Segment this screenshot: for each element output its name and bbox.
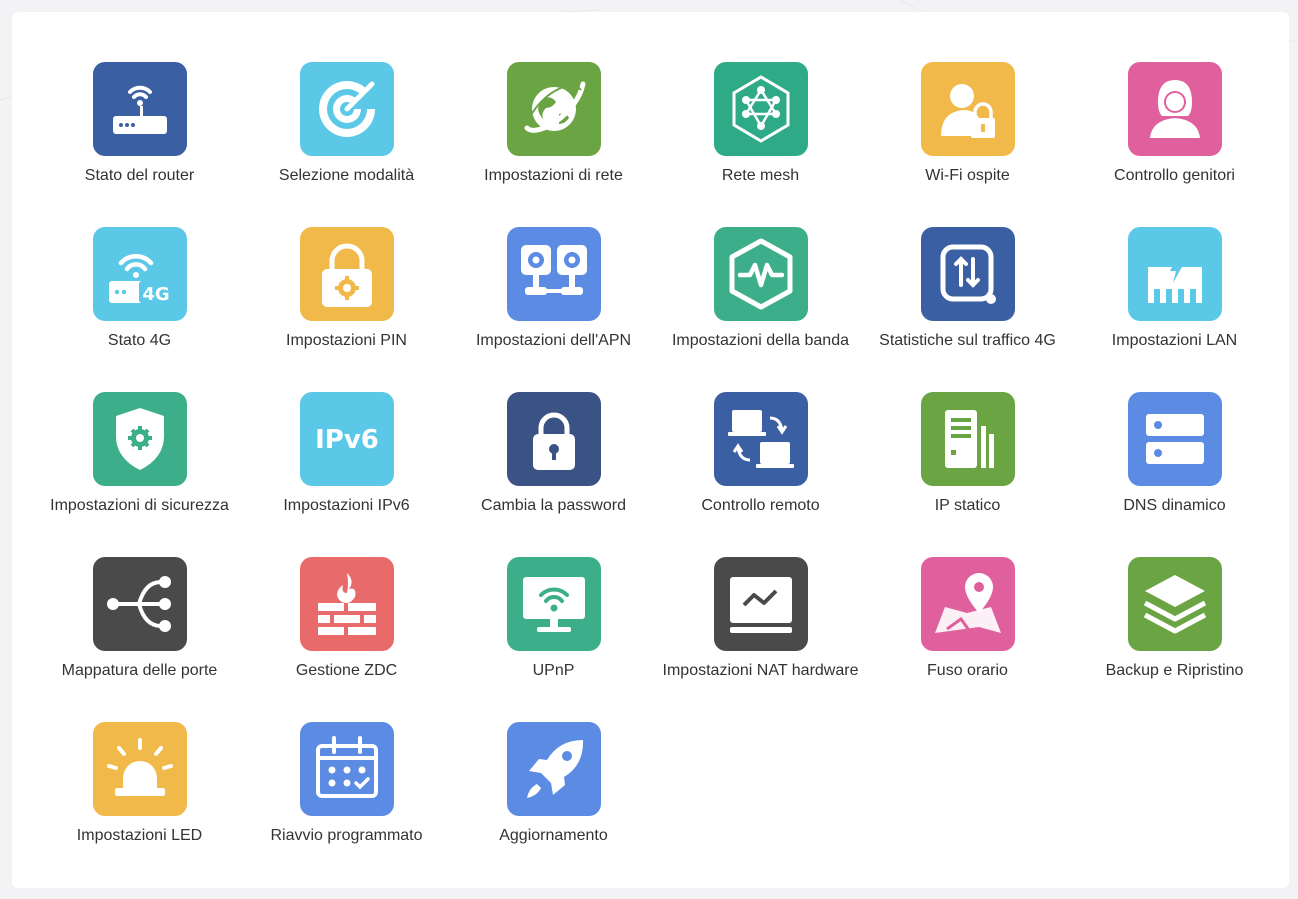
tile-mode-selection[interactable]: Selezione modalità <box>243 62 450 227</box>
tile-label: Impostazioni LED <box>76 827 203 844</box>
tile-remote-control[interactable]: Controllo remoto <box>657 392 864 557</box>
tile-label: Impostazioni PIN <box>286 332 407 349</box>
shield-gear-icon <box>92 392 187 486</box>
lan-port-icon <box>1127 227 1222 321</box>
tile-label: IP statico <box>934 497 1001 514</box>
tile-label: Impostazioni LAN <box>1111 332 1238 349</box>
tile-mesh-network[interactable]: Rete mesh <box>657 62 864 227</box>
tile-hardware-nat[interactable]: Impostazioni NAT hardware <box>657 557 864 722</box>
tile-4g-traffic-stats[interactable]: Statistiche sul traffico 4G <box>864 227 1071 392</box>
tile-band-settings[interactable]: Impostazioni della banda <box>657 227 864 392</box>
tile-label: Impostazioni di sicurezza <box>50 497 229 514</box>
pin-lock-gear-icon <box>299 227 394 321</box>
tile-label: Statistiche sul traffico 4G <box>879 332 1056 349</box>
rocket-icon <box>506 722 601 816</box>
tile-label: Wi-Fi ospite <box>925 167 1010 184</box>
tile-update[interactable]: Aggiornamento <box>450 722 657 887</box>
parent-user-icon <box>1127 62 1222 156</box>
settings-grid: Stato del router Selezione modalità Impo… <box>36 62 1278 887</box>
tile-parental-control[interactable]: Controllo genitori <box>1071 62 1278 227</box>
tile-lan-settings[interactable]: Impostazioni LAN <box>1071 227 1278 392</box>
remote-control-icon <box>713 392 808 486</box>
layers-icon <box>1127 557 1222 651</box>
tile-scheduled-reboot[interactable]: Riavvio programmato <box>243 722 450 887</box>
tile-security-settings[interactable]: Impostazioni di sicurezza <box>36 392 243 557</box>
tile-guest-wifi[interactable]: Wi-Fi ospite <box>864 62 1071 227</box>
guest-lock-icon <box>920 62 1015 156</box>
firewall-icon <box>299 557 394 651</box>
port-mapping-icon <box>92 557 187 651</box>
tile-label: Fuso orario <box>927 662 1008 679</box>
tile-network-settings[interactable]: Impostazioni di rete <box>450 62 657 227</box>
tile-label: Controllo remoto <box>701 497 820 514</box>
tile-4g-status[interactable]: 4G Stato 4G <box>36 227 243 392</box>
tile-label: Stato 4G <box>107 332 172 349</box>
settings-panel: Stato del router Selezione modalità Impo… <box>12 12 1289 888</box>
tile-router-status[interactable]: Stato del router <box>36 62 243 227</box>
apn-gears-icon <box>506 227 601 321</box>
nat-monitor-icon <box>713 557 808 651</box>
mode-radar-icon <box>299 62 394 156</box>
tile-label: Controllo genitori <box>1114 167 1235 184</box>
tile-label: Riavvio programmato <box>270 827 423 844</box>
padlock-icon <box>506 392 601 486</box>
globe-network-icon <box>506 62 601 156</box>
static-ip-icon <box>920 392 1015 486</box>
tile-time-zone[interactable]: Fuso orario <box>864 557 1071 722</box>
tile-apn-settings[interactable]: Impostazioni dell'APN <box>450 227 657 392</box>
tile-label: UPnP <box>532 662 575 679</box>
tile-label: Rete mesh <box>721 167 800 184</box>
tile-led-settings[interactable]: Impostazioni LED <box>36 722 243 887</box>
router-4g-icon: 4G <box>92 227 187 321</box>
tile-static-ip[interactable]: IP statico <box>864 392 1071 557</box>
tile-label: Aggiornamento <box>499 827 608 844</box>
tile-label: Selezione modalità <box>278 167 415 184</box>
tile-label: Impostazioni di rete <box>484 167 623 184</box>
dns-server-icon <box>1127 392 1222 486</box>
tile-label: Stato del router <box>84 167 195 184</box>
ipv6-icon: IPv6 <box>299 392 394 486</box>
tile-label: DNS dinamico <box>1123 497 1226 514</box>
tile-label: Mappatura delle porte <box>61 662 218 679</box>
tile-dynamic-dns[interactable]: DNS dinamico <box>1071 392 1278 557</box>
map-pin-icon <box>920 557 1015 651</box>
tile-upnp[interactable]: UPnP <box>450 557 657 722</box>
tile-pin-settings[interactable]: Impostazioni PIN <box>243 227 450 392</box>
tile-label: Backup e Ripristino <box>1105 662 1244 679</box>
led-alarm-icon <box>92 722 187 816</box>
tile-label: Impostazioni IPv6 <box>283 497 410 514</box>
svg-text:4G: 4G <box>142 284 169 305</box>
tile-dmz-management[interactable]: Gestione ZDC <box>243 557 450 722</box>
tile-backup-restore[interactable]: Backup e Ripristino <box>1071 557 1278 722</box>
router-icon <box>92 62 187 156</box>
tile-label: Gestione ZDC <box>295 662 398 679</box>
tile-ipv6-settings[interactable]: IPv6 Impostazioni IPv6 <box>243 392 450 557</box>
traffic-stats-icon <box>920 227 1015 321</box>
mesh-icon <box>713 62 808 156</box>
tile-label: Cambia la password <box>481 497 626 514</box>
tile-port-mapping[interactable]: Mappatura delle porte <box>36 557 243 722</box>
svg-text:IPv6: IPv6 <box>315 425 379 455</box>
tile-change-password[interactable]: Cambia la password <box>450 392 657 557</box>
upnp-monitor-icon <box>506 557 601 651</box>
band-pulse-icon <box>713 227 808 321</box>
calendar-icon <box>299 722 394 816</box>
tile-label: Impostazioni della banda <box>671 332 849 349</box>
tile-label: Impostazioni NAT hardware <box>662 662 859 679</box>
tile-label: Impostazioni dell'APN <box>475 332 632 349</box>
